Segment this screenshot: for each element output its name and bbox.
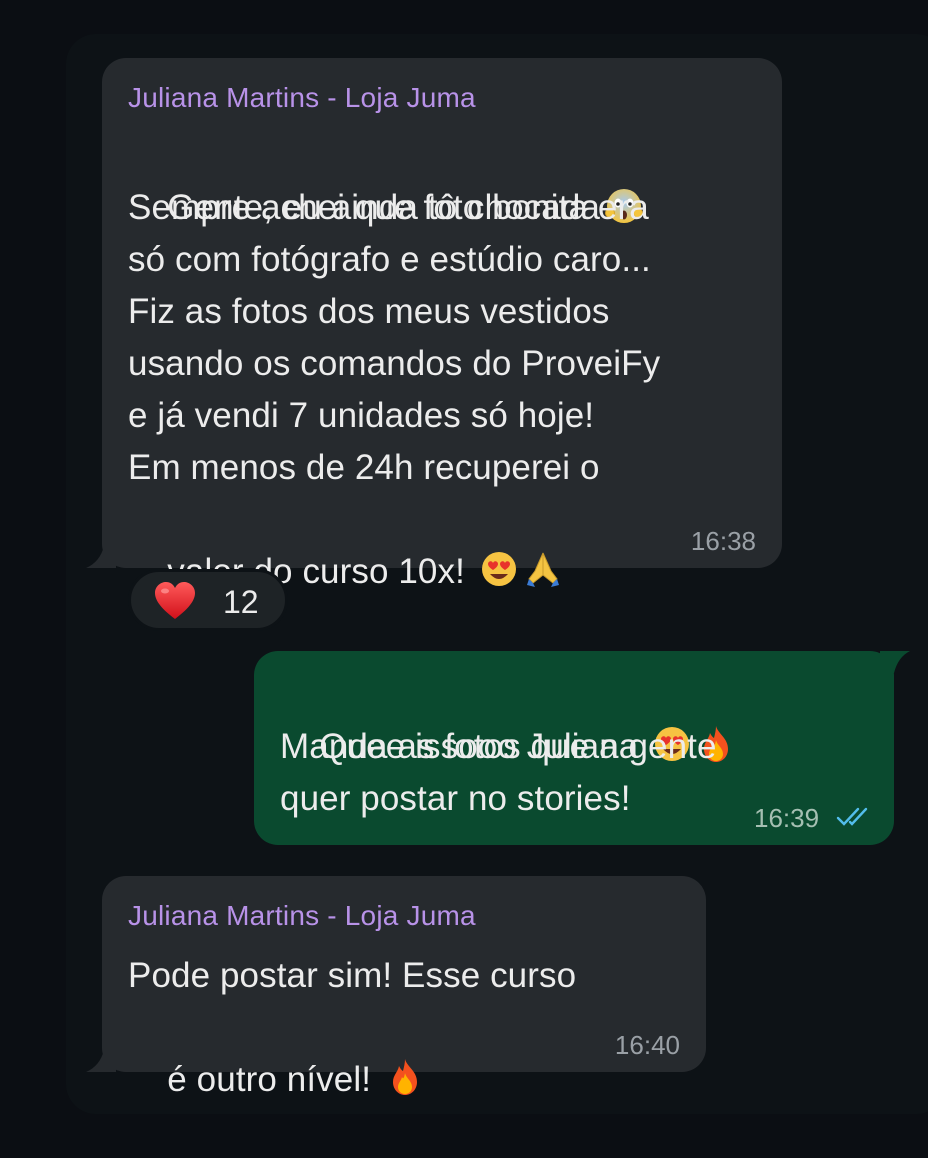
message-bubble-outgoing[interactable]: Quee issooo Juliana Manda as fotos que a… (254, 651, 894, 845)
read-receipt-icon (836, 807, 868, 826)
message-line: Pode postar sim! Esse curso (128, 956, 577, 995)
message-line: usando os comandos do ProveiFy (128, 344, 661, 383)
message-bubble-incoming[interactable]: Juliana Martins - Loja Juma Gente, eu ai… (102, 58, 782, 591)
smiling-face-with-heart-eyes-icon (481, 552, 516, 586)
message-line: Em menos de 24h recuperei o (128, 448, 600, 487)
message-bubble-incoming[interactable]: Juliana Martins - Loja Juma Pode postar … (102, 876, 706, 1099)
message-line: quer postar no stories! (280, 779, 631, 818)
message-timestamp: 16:40 (614, 1030, 680, 1060)
sender-name[interactable]: Juliana Martins - Loja Juma (128, 900, 476, 932)
bubble-tail (880, 651, 910, 673)
message-line: Manda as fotos que a gente (280, 727, 717, 766)
bubble-tail (86, 1050, 116, 1072)
message-line: Fiz as fotos dos meus vestidos (128, 292, 610, 331)
red-heart-icon (155, 582, 195, 619)
message-line: é outro nível! (128, 1002, 425, 1158)
message-timestamp: 16:39 (754, 803, 820, 833)
folded-hands-icon (526, 552, 559, 587)
reaction-badge[interactable]: 12 (128, 569, 288, 631)
sender-name[interactable]: Juliana Martins - Loja Juma (128, 82, 476, 114)
reaction-count: 12 (223, 584, 259, 620)
message-timestamp: 16:38 (690, 526, 756, 556)
message-text: é outro nível! (167, 1060, 372, 1099)
message-line: Sempre achei que foto bonita era (128, 188, 649, 227)
message-line: só com fotógrafo e estúdio caro... (128, 240, 651, 279)
message-line: e já vendi 7 unidades só hoje! (128, 396, 595, 435)
fire-icon (392, 1059, 417, 1095)
bubble-tail (86, 546, 116, 568)
